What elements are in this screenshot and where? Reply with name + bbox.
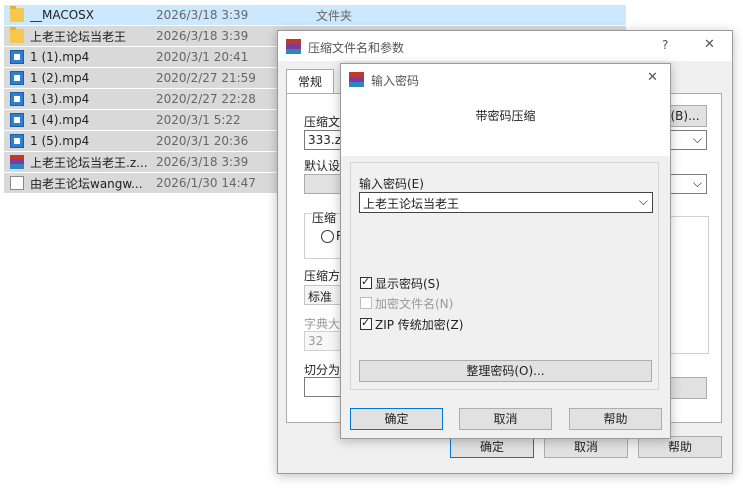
archive-dialog-title: 压缩文件名和参数: [308, 41, 405, 55]
password-help-label: 帮助: [603, 412, 628, 426]
winrar-archive-icon: [10, 155, 24, 169]
archive-help-label: 帮助: [667, 440, 692, 454]
show-password-label: 显示密码(S): [375, 277, 440, 291]
file-date: 2026/3/18 3:39: [156, 155, 249, 169]
tab-general-label: 常规: [297, 75, 322, 89]
dict-select: 32: [304, 331, 342, 351]
split-field[interactable]: [304, 377, 342, 397]
winrar-icon: [349, 72, 364, 87]
file-date: 2020/3/1 20:41: [156, 50, 249, 64]
password-ok-label: 确定: [384, 412, 409, 426]
folder-icon: [10, 27, 24, 43]
file-name: 1 (4).mp4: [30, 113, 90, 127]
dict-label: 字典大: [304, 317, 341, 331]
zip-legacy-label: ZIP 传统加密(Z): [375, 318, 464, 332]
file-date: 2026/1/30 14:47: [156, 176, 256, 190]
show-password-checkbox[interactable]: [360, 275, 372, 289]
close-icon[interactable]: ✕: [647, 70, 658, 85]
archive-name-field[interactable]: 333.zip: [304, 130, 352, 150]
archive-ok-label: 确定: [479, 440, 504, 454]
chevron-down-icon: ⌵: [692, 176, 702, 190]
archive-ok-button[interactable]: 确定: [450, 436, 534, 458]
password-help-button[interactable]: 帮助: [569, 408, 662, 430]
password-dialog: 输入密码 ✕ 带密码压缩 输入密码(E) 上老王论坛当老王 ⌵ 显示密码(S) …: [340, 63, 671, 439]
file-type: 文件夹: [316, 8, 353, 23]
method-value: 标准: [308, 290, 333, 304]
archive-cancel-button[interactable]: 取消: [544, 436, 628, 458]
file-name: 1 (2).mp4: [30, 71, 90, 85]
file-name: __MACOSX: [30, 8, 95, 22]
method-label: 压缩方: [304, 269, 341, 283]
text-file-icon: [10, 176, 24, 190]
folder-icon: [10, 6, 24, 22]
file-name: 上老王论坛当老王.z...: [30, 155, 148, 170]
file-name: 1 (3).mp4: [30, 92, 90, 106]
password-cancel-label: 取消: [493, 412, 518, 426]
password-dialog-titlebar[interactable]: 输入密码 ✕: [341, 64, 670, 94]
zip-legacy-checkbox[interactable]: [360, 316, 372, 330]
password-input[interactable]: 上老王论坛当老王 ⌵: [359, 192, 653, 213]
archive-cancel-label: 取消: [573, 440, 598, 454]
winrar-icon: [286, 39, 301, 54]
video-file-icon: [10, 71, 24, 85]
organize-passwords-label: 整理密码(O)...: [466, 364, 545, 378]
password-ok-button[interactable]: 确定: [350, 408, 443, 430]
video-file-icon: [10, 113, 24, 127]
file-date: 2020/3/1 5:22: [156, 113, 241, 127]
archive-name-label: 压缩文: [304, 115, 341, 129]
file-date: 2020/2/27 22:28: [156, 92, 256, 106]
video-file-icon: [10, 92, 24, 106]
chevron-down-icon[interactable]: ⌵: [639, 194, 648, 209]
help-icon[interactable]: ?: [662, 38, 668, 52]
file-date: 2020/3/1 20:36: [156, 134, 249, 148]
video-file-icon: [10, 134, 24, 148]
format-radio[interactable]: [321, 230, 334, 243]
profiles-button[interactable]: [304, 174, 342, 194]
password-label: 输入密码(E): [359, 177, 424, 191]
split-label: 切分为: [304, 363, 341, 377]
file-row[interactable]: __MACOSX 2026/3/18 3:39 文件夹: [4, 5, 626, 25]
file-name: 由老王论坛wangw...: [30, 176, 143, 191]
file-date: 2026/3/18 3:39: [156, 29, 249, 43]
password-cancel-button[interactable]: 取消: [459, 408, 552, 430]
file-name: 1 (5).mp4: [30, 134, 90, 148]
encrypt-names-checkbox: [360, 297, 372, 309]
password-value: 上老王论坛当老王: [363, 197, 460, 211]
file-date: 2020/2/27 21:59: [156, 71, 256, 85]
method-select[interactable]: 标准: [304, 285, 342, 305]
video-file-icon: [10, 50, 24, 64]
file-date: 2026/3/18 3:39: [156, 8, 249, 22]
default-settings-label: 默认设: [304, 159, 341, 173]
browse-label: (B)...: [670, 109, 700, 123]
file-name: 1 (1).mp4: [30, 50, 90, 64]
file-name: 上老王论坛当老王: [30, 29, 127, 44]
close-icon[interactable]: ✕: [704, 37, 715, 52]
format-group-label: 压缩: [312, 209, 337, 226]
chevron-down-icon: ⌵: [692, 132, 702, 146]
heading-band: [341, 94, 670, 156]
password-dialog-heading: 带密码压缩: [475, 109, 536, 123]
tab-general[interactable]: 常规: [286, 69, 334, 94]
encrypt-names-label: 加密文件名(N): [375, 297, 454, 311]
organize-passwords-button[interactable]: 整理密码(O)...: [359, 360, 652, 382]
dict-value: 32: [308, 334, 324, 348]
password-dialog-title: 输入密码: [371, 74, 420, 88]
archive-help-button[interactable]: 帮助: [638, 436, 722, 458]
archive-dialog-titlebar[interactable]: 压缩文件名和参数 ? ✕: [278, 31, 732, 61]
